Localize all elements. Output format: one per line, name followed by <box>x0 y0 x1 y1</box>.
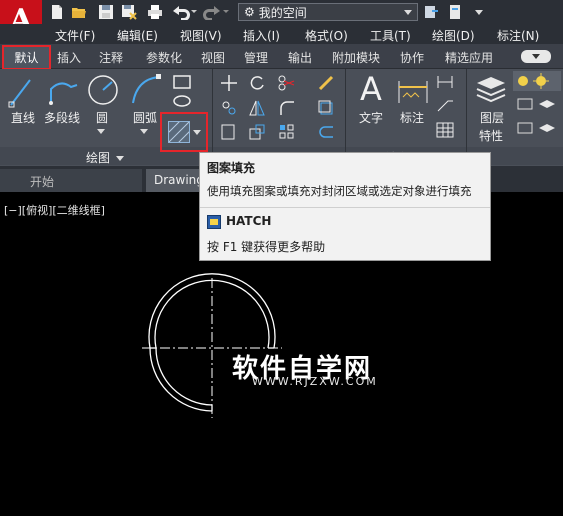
dimension-icon[interactable] <box>395 73 431 107</box>
layer-isolate-icon[interactable] <box>536 119 558 137</box>
chevron-down-icon <box>532 54 540 59</box>
chevron-down-icon <box>404 10 412 15</box>
trim-icon[interactable] <box>276 73 298 93</box>
tooltip-command: HATCH <box>226 214 272 228</box>
layer-properties-label[interactable]: 图层 <box>480 109 504 126</box>
draw-panel-title[interactable]: 绘图 <box>86 149 125 166</box>
customize-quick-access-icon[interactable] <box>470 3 488 21</box>
undo-icon[interactable] <box>170 3 198 21</box>
line-icon[interactable] <box>8 75 34 109</box>
tab-default-label: 默认 <box>14 51 39 65</box>
linear-dimension-icon[interactable] <box>435 73 455 91</box>
menu-file[interactable]: 文件(F) <box>55 27 95 44</box>
tooltip-help: 按 F1 键获得更多帮助 <box>207 240 326 254</box>
redo-icon[interactable] <box>203 3 231 21</box>
open-folder-icon[interactable] <box>70 3 88 21</box>
copy-icon[interactable] <box>219 98 239 118</box>
line-tool-label[interactable]: 直线 <box>11 109 35 126</box>
title-bar: A ⚙ 我的空间 <box>0 0 563 42</box>
panel-divider <box>212 69 213 165</box>
menu-dimension[interactable]: 标注(N) <box>497 27 539 44</box>
layer-properties-icon[interactable] <box>474 73 508 105</box>
move-icon[interactable] <box>219 73 239 93</box>
ribbon-tabs: 默认 插入 注释 参数化 视图 管理 输出 附加模块 协作 精选应用 <box>0 44 563 70</box>
menu-view[interactable]: 视图(V) <box>180 27 222 44</box>
tab-annotate[interactable]: 注释 <box>99 49 123 66</box>
tab-addins[interactable]: 附加模块 <box>332 49 380 66</box>
save-icon[interactable] <box>97 3 115 21</box>
tab-insert[interactable]: 插入 <box>57 49 81 66</box>
leader-icon[interactable] <box>435 96 455 114</box>
hatch-icon <box>163 116 195 148</box>
workspace-label: 我的空间 <box>258 5 307 20</box>
table-icon[interactable] <box>435 121 455 139</box>
arc-dropdown-icon[interactable] <box>140 129 148 134</box>
tab-manage[interactable]: 管理 <box>244 49 268 66</box>
gear-icon: ⚙ <box>244 5 255 19</box>
circle-tool-label[interactable]: 圆 <box>96 109 108 126</box>
rotate-icon[interactable] <box>247 73 267 93</box>
explode-icon[interactable] <box>316 98 336 118</box>
tab-output[interactable]: 输出 <box>288 49 312 66</box>
tooltip-description: 使用填充图案或填充对封闭区域或选定对象进行填充 <box>207 184 472 198</box>
hatch-tooltip: 图案填充 使用填充图案或填充对封闭区域或选定对象进行填充 HATCH 按 F1 … <box>199 152 491 261</box>
new-file-icon[interactable] <box>48 3 66 21</box>
tab-parametric[interactable]: 参数化 <box>146 49 182 66</box>
arc-icon[interactable] <box>129 73 163 107</box>
menu-tools[interactable]: 工具(T) <box>370 27 411 44</box>
menu-format[interactable]: 格式(O) <box>305 27 348 44</box>
arc-tool-label[interactable]: 圆弧 <box>133 109 157 126</box>
tab-default[interactable]: 默认 <box>2 45 51 70</box>
tab-drawing-label: Drawing <box>154 173 204 187</box>
circle-icon[interactable] <box>86 73 120 107</box>
menu-draw[interactable]: 绘图(D) <box>432 27 475 44</box>
menu-edit[interactable]: 编辑(E) <box>117 27 158 44</box>
text-icon[interactable]: A <box>356 71 386 107</box>
print-icon[interactable] <box>146 3 164 21</box>
tooltip-title: 图案填充 <box>207 161 256 175</box>
tab-start-label: 开始 <box>30 175 55 189</box>
scale-icon[interactable] <box>247 122 267 142</box>
tooltip-divider <box>200 207 490 208</box>
tab-collaborate[interactable]: 协作 <box>400 49 424 66</box>
array-icon[interactable] <box>276 122 298 142</box>
chevron-down-icon <box>116 156 125 161</box>
workspace-select[interactable]: ⚙ 我的空间 <box>238 3 418 21</box>
stretch-icon[interactable] <box>219 122 239 142</box>
panel-divider <box>345 69 346 165</box>
layer-properties-label-2[interactable]: 特性 <box>479 127 503 144</box>
dimension-tool-label[interactable]: 标注 <box>400 109 424 126</box>
tab-featured-apps[interactable]: 精选应用 <box>445 49 493 66</box>
layer-freeze-icon[interactable] <box>515 119 535 137</box>
export-icon[interactable] <box>446 3 464 21</box>
polyline-icon[interactable] <box>47 75 81 109</box>
ribbon-options-button[interactable] <box>521 50 551 63</box>
erase-icon[interactable] <box>316 73 336 93</box>
polyline-tool-label[interactable]: 多段线 <box>44 109 80 126</box>
hatch-button[interactable] <box>160 112 208 152</box>
save-as-icon[interactable] <box>120 3 138 21</box>
draw-panel-title-label: 绘图 <box>86 151 111 165</box>
ellipse-icon[interactable] <box>171 93 193 109</box>
layer-dropdown-icon[interactable] <box>515 95 535 113</box>
menu-bar: 文件(F) 编辑(E) 视图(V) 插入(I) 格式(O) 工具(T) 绘图(D… <box>0 24 563 44</box>
mirror-icon[interactable] <box>247 98 267 118</box>
layer-state-icon[interactable] <box>513 71 561 91</box>
circle-dropdown-icon[interactable] <box>97 129 105 134</box>
tab-view[interactable]: 视图 <box>201 49 225 66</box>
watermark-url: WWW.RJZXW.COM <box>252 375 378 388</box>
offset-icon[interactable] <box>316 122 336 142</box>
panel-divider <box>466 69 467 165</box>
hatch-dropdown-icon[interactable] <box>193 130 201 135</box>
text-tool-label[interactable]: 文字 <box>359 109 383 126</box>
share-icon[interactable] <box>422 3 440 21</box>
layer-match-icon[interactable] <box>536 95 558 113</box>
rectangle-icon[interactable] <box>171 73 193 91</box>
tab-start[interactable]: 开始 <box>0 169 142 192</box>
fillet-icon[interactable] <box>276 98 298 118</box>
command-line-icon <box>207 215 221 229</box>
menu-insert[interactable]: 插入(I) <box>243 27 280 44</box>
